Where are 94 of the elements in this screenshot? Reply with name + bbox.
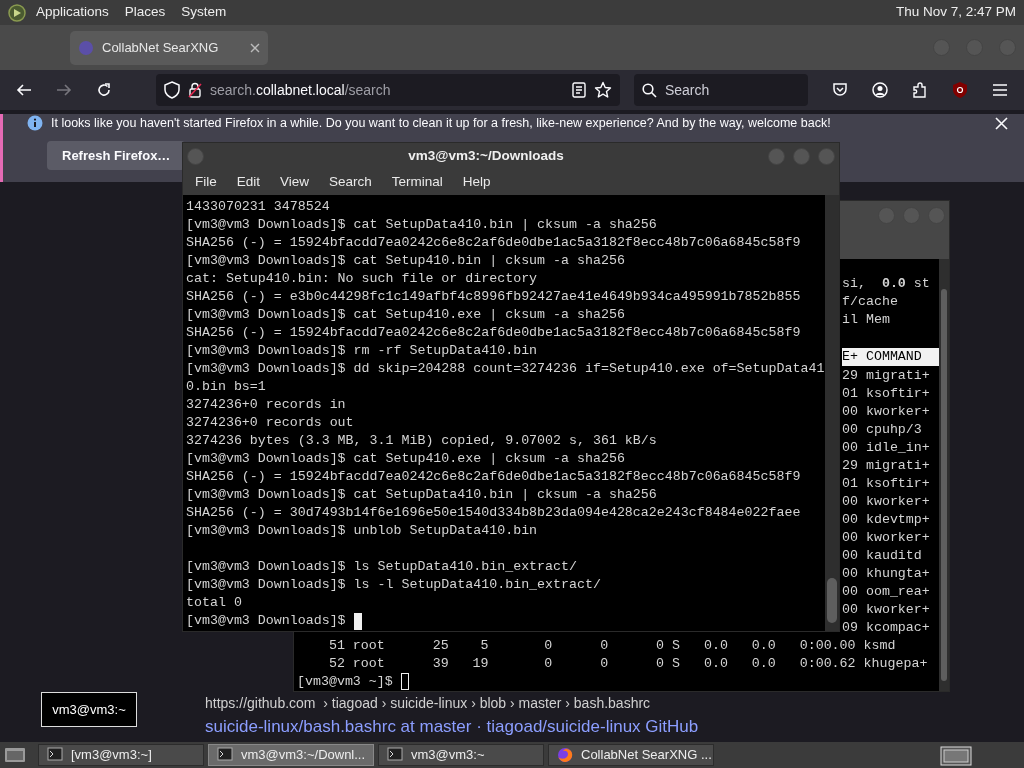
terminal-line: [vm3@vm3 Downloads]$ cat Setup410.exe | cksum -a sha256 bbox=[186, 450, 625, 468]
terminal-line: [vm3@vm3 Downloads]$ cat SetupData410.bin | cksum -a sha256 bbox=[186, 216, 657, 234]
tooltip: vm3@vm3:~ bbox=[41, 692, 137, 727]
scrollbar[interactable] bbox=[939, 259, 949, 691]
terminal-line: 00 oom_rea+ bbox=[842, 582, 930, 601]
back-arrow-icon[interactable] bbox=[16, 82, 32, 98]
terminal-line: [vm3@vm3 Downloads]$ rm -rf SetupData410.bin bbox=[186, 342, 538, 360]
terminal-line: [vm3@vm3 Downloads]$ ls SetupData410.bin_extract/ bbox=[186, 558, 577, 576]
account-icon[interactable] bbox=[872, 82, 888, 98]
taskbar-button[interactable]: vm3@vm3:~/Downl... bbox=[208, 744, 374, 766]
shell-prompt: [vm3@vm3 ~]$ bbox=[297, 672, 393, 691]
terminal-line: 00 cpuhp/3 bbox=[842, 420, 922, 439]
terminal-line: 29 migrati+ bbox=[842, 456, 930, 475]
menu-item[interactable]: Search bbox=[321, 171, 380, 193]
result-url: https://github.com › tiagoad › suicide-linux › blob › master › bash.bashrc bbox=[205, 694, 651, 712]
terminal-line: [vm3@vm3 Downloads]$ cat SetupData410.bin | cksum -a sha256 bbox=[186, 486, 657, 504]
scrollbar[interactable] bbox=[825, 195, 839, 631]
terminal-line: SHA256 (-) = 30d7493b14f6e1696e50e1540d334b8b23da094e428ca2e243cf8484e022faee bbox=[186, 504, 801, 522]
terminal-line: SHA256 (-) = 15924bfacdd7ea0242c6e8c2af6de0dbe1ac5a3182f8ecc48b7c06a6845c58f9 bbox=[186, 234, 801, 252]
distro-logo-icon[interactable] bbox=[8, 3, 26, 22]
show-desktop-icon[interactable] bbox=[4, 746, 26, 764]
reload-icon[interactable] bbox=[96, 82, 112, 98]
terminal-line: SHA256 (-) = 15924bfacdd7ea0242c6e8c2af6de0dbe1ac5a3182f8ecc48b7c06a6845c58f9 bbox=[186, 468, 801, 486]
terminal-icon bbox=[387, 747, 403, 763]
workspace-switcher-icon[interactable] bbox=[940, 745, 972, 766]
lock-icon[interactable] bbox=[188, 82, 202, 98]
terminal-line: 00 khungta+ bbox=[842, 564, 930, 583]
column-header: E+ COMMAND bbox=[842, 348, 939, 366]
menu-item[interactable]: View bbox=[272, 171, 318, 193]
favicon-icon bbox=[78, 39, 94, 56]
menu-item[interactable]: Help bbox=[454, 171, 499, 193]
shield-icon[interactable] bbox=[164, 81, 180, 99]
address-bar[interactable]: search.collabnet.local/search bbox=[156, 74, 620, 106]
terminal-line: 0.bin bs=1 bbox=[186, 378, 266, 396]
firefox-icon bbox=[557, 747, 573, 763]
terminal-line: 00 kworker+ bbox=[842, 528, 930, 547]
url-text: search.collabnet.local/search bbox=[210, 80, 392, 100]
terminal-line: 00 kworker+ bbox=[842, 492, 930, 511]
terminal-line: 1433070231 3478524 bbox=[186, 198, 330, 216]
shell-prompt: [vm3@vm3 Downloads]$ bbox=[186, 612, 346, 630]
search-field[interactable]: Search bbox=[633, 74, 808, 106]
result-link[interactable]: suicide-linux/bash.bashrc at master · tiagoad/suicide-linux GitHub bbox=[205, 716, 1024, 737]
pocket-icon[interactable] bbox=[832, 82, 848, 98]
terminal-line: 00 kdevtmp+ bbox=[842, 510, 930, 529]
panel-menu[interactable]: Places bbox=[118, 2, 172, 23]
terminal-line: 00 kauditd bbox=[842, 546, 922, 565]
text-cursor bbox=[400, 673, 409, 691]
panel-menu[interactable]: Applications bbox=[30, 2, 115, 23]
terminal-line: [vm3@vm3 Downloads]$ dd skip=204288 count=3274236 if=Setup410.exe of=SetupData41 bbox=[186, 360, 825, 378]
terminal-line: 29 migrati+ bbox=[842, 366, 930, 385]
terminal-line: 3274236 bytes (3.3 MB, 3.1 MiB) copied, 9.07002 s, 361 kB/s bbox=[186, 432, 657, 450]
terminal-line: 3274236+0 records in bbox=[186, 396, 346, 414]
terminal-icon bbox=[47, 747, 63, 763]
forward-arrow-icon[interactable] bbox=[56, 82, 72, 98]
terminal-line: 01 ksoftir+ bbox=[842, 384, 930, 403]
taskbar-button[interactable]: CollabNet SearXNG ... bbox=[548, 744, 714, 766]
terminal-line: total 0 bbox=[186, 594, 242, 612]
terminal-line: [vm3@vm3 Downloads]$ cat Setup410.exe | cksum -a sha256 bbox=[186, 306, 625, 324]
clock: Thu Nov 7, 2:47 PM bbox=[895, 3, 1017, 22]
terminal-line: si, 0.0 st bbox=[842, 275, 930, 293]
terminal-line: f/cache bbox=[842, 293, 898, 311]
terminal-line: 3274236+0 records out bbox=[186, 414, 354, 432]
menu-item[interactable]: Edit bbox=[228, 171, 269, 193]
puzzle-icon[interactable] bbox=[912, 82, 928, 98]
terminal-line: [vm3@vm3 Downloads]$ cat Setup410.bin | cksum -a sha256 bbox=[186, 252, 625, 270]
reader-view-icon[interactable] bbox=[571, 82, 586, 98]
panel-menu[interactable]: System bbox=[175, 2, 233, 23]
shield-badge-icon[interactable] bbox=[952, 81, 968, 99]
terminal-line: SHA256 (-) = e3b0c44298fc1c149afbf4c8996fb92427ae41e4649b934ca495991b7852b855 bbox=[186, 288, 801, 306]
terminal-line: 00 idle_in+ bbox=[842, 438, 930, 457]
terminal-line: [vm3@vm3 Downloads]$ unblob SetupData410.bin bbox=[186, 522, 538, 540]
menu-icon[interactable] bbox=[992, 83, 1008, 97]
search-icon bbox=[641, 82, 657, 98]
terminal-line: 00 kworker+ bbox=[842, 600, 930, 619]
taskbar-button[interactable]: [vm3@vm3:~] bbox=[38, 744, 204, 766]
notification-text: It looks like you haven't started Firefox in a while. Do you want to clean it up for a fresh, like-new experience? And by the way, welcome back! bbox=[51, 114, 832, 132]
terminal-icon bbox=[217, 747, 233, 763]
menu-item[interactable]: File bbox=[187, 171, 225, 193]
info-icon bbox=[27, 115, 43, 132]
window-title: vm3@vm3:~/Downloads bbox=[407, 146, 565, 165]
terminal-line: 00 kworker+ bbox=[842, 402, 930, 421]
terminal-line: cat: Setup410.bin: No such file or directory bbox=[186, 270, 538, 288]
terminal-line: il Mem bbox=[842, 311, 890, 329]
terminal-line: 52 root 39 19 0 0 0 S 0.0 0.0 0:00.62 khugepa+ bbox=[327, 654, 928, 673]
terminal-line: 09 kcompac+ bbox=[842, 618, 930, 637]
terminal-line: SHA256 (-) = 15924bfacdd7ea0242c6e8c2af6de0dbe1ac5a3182f8ecc48b7c06a6845c58f9 bbox=[186, 324, 801, 342]
terminal-line: 51 root 25 5 0 0 0 S 0.0 0.0 0:00.00 ksmd bbox=[327, 636, 896, 655]
taskbar-button[interactable]: vm3@vm3:~ bbox=[378, 744, 544, 766]
menu-item[interactable]: Terminal bbox=[383, 171, 451, 193]
text-cursor bbox=[353, 612, 362, 630]
star-icon[interactable] bbox=[593, 81, 612, 99]
terminal-line: 01 ksoftir+ bbox=[842, 474, 930, 493]
browser-tab[interactable]: CollabNet SearXNG bbox=[70, 30, 268, 65]
terminal-line: [vm3@vm3 Downloads]$ ls -l SetupData410.bin_extract/ bbox=[186, 576, 601, 594]
